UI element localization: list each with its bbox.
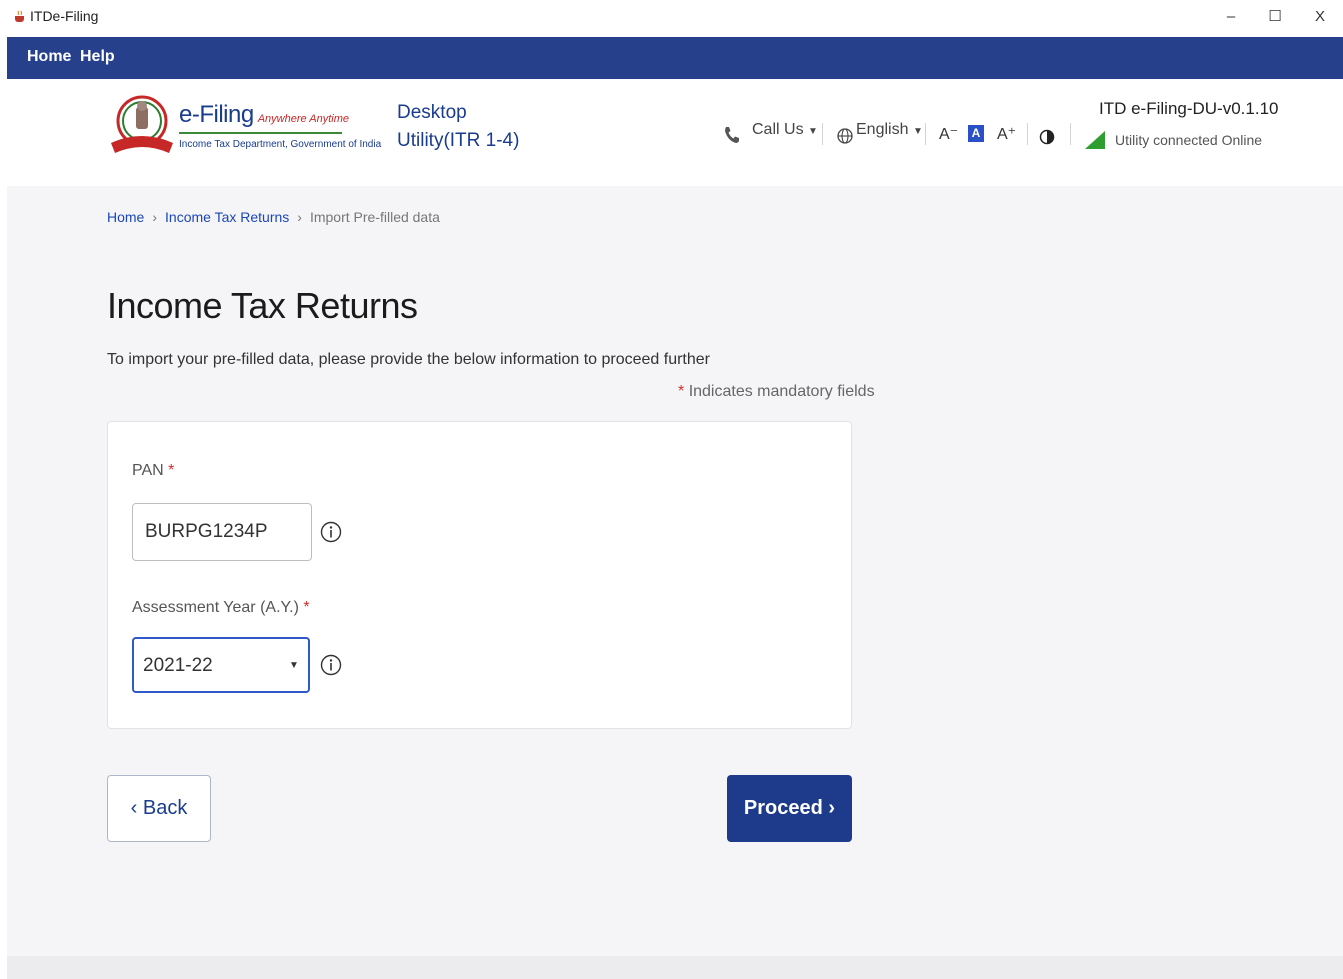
pan-label-text: PAN [132, 462, 164, 479]
font-normal-button[interactable]: A [968, 125, 984, 142]
close-button[interactable]: X [1305, 4, 1335, 30]
emblem-logo-icon [111, 95, 173, 153]
chevron-down-icon: ▼ [808, 126, 818, 137]
font-increase-button[interactable]: A⁺ [997, 124, 1016, 144]
menu-home[interactable]: Home [27, 48, 71, 66]
contrast-toggle-icon[interactable] [1039, 125, 1055, 149]
menu-help[interactable]: Help [80, 48, 115, 66]
toolbar-divider [1027, 123, 1028, 145]
required-marker: * [303, 599, 310, 616]
minimize-button[interactable]: – [1216, 4, 1246, 30]
online-status-icon [1085, 131, 1105, 149]
language-label: English [856, 121, 909, 138]
product-line-1: Desktop [397, 102, 467, 123]
brand-underline [179, 132, 342, 134]
product-line-2: Utility(ITR 1-4) [397, 130, 520, 151]
pan-label: PAN * [132, 462, 174, 480]
maximize-button[interactable]: ☐ [1260, 4, 1290, 30]
app-header: e-Filing Anywhere Anytime Income Tax Depa… [7, 79, 1343, 186]
brand-name: e-Filing [179, 101, 254, 128]
assessment-year-select[interactable]: 2021-22 ▼ [132, 637, 310, 693]
pan-input[interactable] [132, 503, 312, 561]
phone-icon [725, 127, 739, 143]
footer-strip [7, 956, 1343, 979]
brand-block[interactable]: e-Filing Anywhere Anytime Income Tax Depa… [179, 101, 381, 150]
prefill-form-card: PAN * Assessment Year (A.Y.) * 2021-22 ▼ [107, 421, 852, 729]
menu-bar: Home Help [7, 37, 1343, 79]
chevron-down-icon: ▼ [912, 126, 923, 137]
mandatory-note-text: Indicates mandatory fields [688, 383, 875, 400]
back-button[interactable]: ‹ Back [107, 775, 211, 842]
breadcrumb-chevron-icon: › [152, 209, 158, 225]
mandatory-star: * [678, 383, 685, 400]
language-dropdown[interactable]: English ▼ [856, 121, 923, 145]
breadcrumb-current: Import Pre-filled data [309, 209, 440, 225]
globe-icon [837, 128, 853, 144]
call-us-dropdown[interactable]: Call Us ▼ [752, 121, 818, 145]
connection-status: Utility connected Online [1115, 132, 1263, 148]
assessment-year-label-text: Assessment Year (A.Y.) [132, 599, 299, 616]
call-us-label: Call Us [752, 121, 804, 138]
java-cup-icon [15, 10, 24, 22]
chevron-down-icon: ▼ [289, 660, 299, 671]
font-decrease-button[interactable]: A⁻ [939, 124, 958, 144]
breadcrumb: Home › Income Tax Returns › Import Pre-fille… [107, 209, 440, 225]
required-marker: * [168, 462, 175, 479]
main-content: Home › Income Tax Returns › Import Pre-fille… [7, 186, 1343, 956]
window-titlebar: ITDe-Filing – ☐ X [0, 0, 1343, 36]
breadcrumb-chevron-icon: › [297, 209, 302, 225]
assessment-year-value: 2021-22 [143, 655, 213, 676]
proceed-button[interactable]: Proceed › [727, 775, 852, 842]
page-subtitle: To import your pre-filled data, please p… [107, 351, 710, 368]
assessment-year-label: Assessment Year (A.Y.) * [132, 599, 310, 617]
info-icon[interactable] [320, 654, 342, 676]
brand-department: Income Tax Department, Government of Ind… [179, 139, 382, 150]
toolbar-divider [1070, 123, 1071, 145]
toolbar-divider [925, 123, 926, 145]
mandatory-note: * Indicates mandatory fields [678, 383, 875, 401]
product-name: Desktop Utility(ITR 1-4) [397, 99, 519, 155]
breadcrumb-home[interactable]: Home [107, 209, 144, 225]
page-title: Income Tax Returns [107, 285, 418, 326]
breadcrumb-income-tax-returns[interactable]: Income Tax Returns [165, 209, 289, 225]
app-version: ITD e-Filing-DU-v0.1.10 [1099, 99, 1279, 118]
window-title: ITDe-Filing [30, 8, 99, 24]
toolbar-divider [822, 123, 823, 145]
brand-tagline: Anywhere Anytime [257, 113, 350, 125]
info-icon[interactable] [320, 521, 342, 543]
